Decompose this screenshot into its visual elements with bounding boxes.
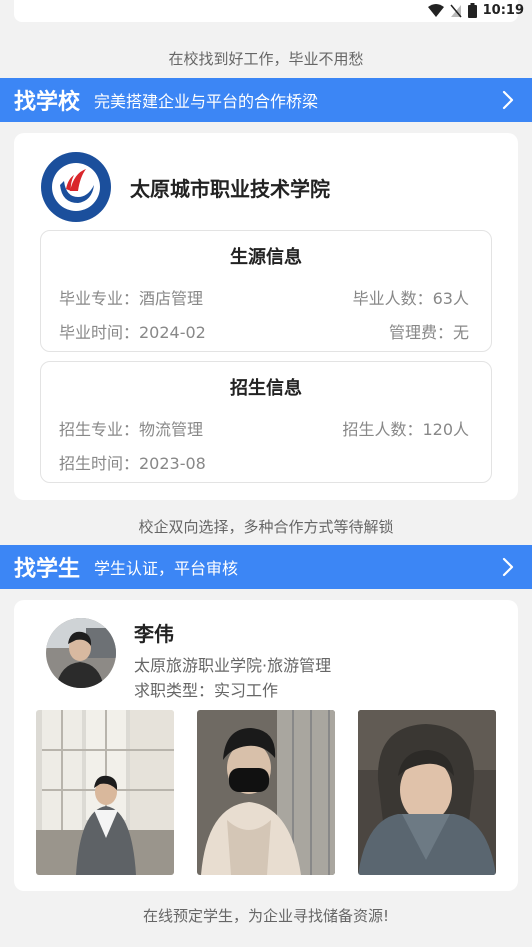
enroll-info-heading: 招生信息 xyxy=(230,378,302,399)
status-bar: 10:19 xyxy=(0,0,532,24)
management-fee: 管理费：无 xyxy=(388,323,469,342)
find-student-subtitle: 学生认证，平台审核 xyxy=(94,559,239,578)
enroll-time: 招生时间：2023-08 xyxy=(59,454,206,473)
enroll-count: 招生人数：120人 xyxy=(342,420,469,439)
student-card[interactable]: 李伟 太原旅游职业学院·旅游管理 求职类型：实习工作 xyxy=(14,600,518,891)
grad-count: 毕业人数：63人 xyxy=(352,289,469,308)
student-header: 李伟 太原旅游职业学院·旅游管理 求职类型：实习工作 xyxy=(46,618,331,703)
wifi-icon xyxy=(427,3,444,17)
find-school-title: 找学校 xyxy=(14,90,81,115)
enroll-info-row: 招生时间：2023-08 xyxy=(59,450,469,474)
school-name: 太原城市职业技术学院 xyxy=(130,176,330,201)
find-student-bar[interactable]: 找学生 学生认证，平台审核 xyxy=(0,545,532,589)
status-icons: 10:19 xyxy=(427,3,524,18)
school-logo-icon xyxy=(41,152,111,222)
school-header: 太原城市职业技术学院 xyxy=(40,151,330,223)
grad-time: 毕业时间：2024-02 xyxy=(59,323,206,342)
school-card[interactable]: 太原城市职业技术学院 生源信息 毕业专业：酒店管理 毕业人数：63人 毕业时间：… xyxy=(14,133,518,500)
chevron-right-icon[interactable] xyxy=(502,89,514,111)
student-avatar xyxy=(46,618,116,688)
source-info-heading: 生源信息 xyxy=(230,247,302,268)
student-photo[interactable] xyxy=(197,710,335,875)
tagline-middle: 校企双向选择，多种合作方式等待解锁 xyxy=(138,518,394,536)
tagline-bottom: 在线预定学生，为企业寻找储备资源! xyxy=(142,907,389,925)
find-school-subtitle: 完美搭建企业与平台的合作桥梁 xyxy=(94,92,319,111)
signal-icon xyxy=(450,4,462,17)
find-school-bar[interactable]: 找学校 完美搭建企业与平台的合作桥梁 xyxy=(0,78,532,122)
student-photo[interactable] xyxy=(36,710,174,875)
chevron-right-icon[interactable] xyxy=(502,556,514,578)
student-photos xyxy=(36,710,496,875)
source-info-box: 生源信息 毕业专业：酒店管理 毕业人数：63人 毕业时间：2024-02 管理费… xyxy=(40,230,492,352)
source-info-row: 毕业时间：2024-02 管理费：无 xyxy=(59,319,469,343)
enroll-major: 招生专业：物流管理 xyxy=(59,420,204,439)
find-student-title: 找学生 xyxy=(14,557,81,582)
student-school-major: 太原旅游职业学院·旅游管理 xyxy=(134,656,332,675)
enroll-info-row: 招生专业：物流管理 招生人数：120人 xyxy=(59,416,469,440)
student-name: 李伟 xyxy=(134,622,174,646)
status-time: 10:19 xyxy=(482,3,524,18)
student-photo[interactable] xyxy=(358,710,496,875)
student-info: 李伟 太原旅游职业学院·旅游管理 求职类型：实习工作 xyxy=(134,618,331,703)
grad-major: 毕业专业：酒店管理 xyxy=(59,289,204,308)
enroll-info-box: 招生信息 招生专业：物流管理 招生人数：120人 招生时间：2023-08 xyxy=(40,361,492,483)
battery-icon xyxy=(467,3,477,18)
student-job-type: 求职类型：实习工作 xyxy=(134,681,279,700)
source-info-row: 毕业专业：酒店管理 毕业人数：63人 xyxy=(59,285,469,309)
tagline-top: 在校找到好工作，毕业不用愁 xyxy=(168,50,364,68)
